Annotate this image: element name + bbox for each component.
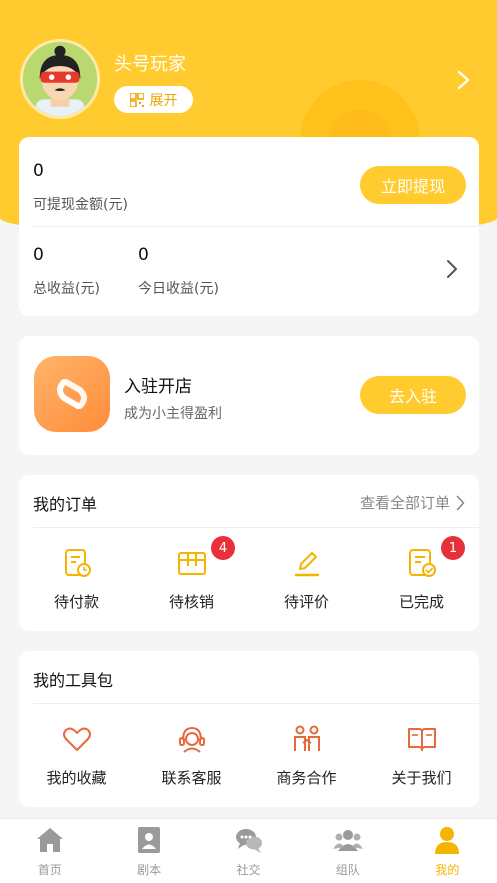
chat-icon	[235, 829, 262, 853]
pending-verify-icon	[178, 552, 206, 575]
orders-card: 我的订单 查看全部订单 待付款 4 待核销 待评价 1 已完成	[19, 475, 479, 631]
shop-join-card: 入驻开店 成为小主得盈利 去入驻	[19, 336, 479, 455]
tool-favorites-label: 我的收藏	[46, 769, 107, 787]
script-icon	[138, 827, 161, 853]
tab-social[interactable]: 社交	[199, 819, 298, 883]
order-pending-review[interactable]: 待评价	[249, 529, 364, 629]
tool-customer-service-label: 联系客服	[161, 769, 222, 787]
username: 头号玩家	[114, 54, 186, 75]
pending-verify-badge: 4	[211, 536, 235, 560]
order-pending-review-label: 待评价	[283, 593, 329, 611]
today-earnings-label: 今日收益(元)	[138, 281, 219, 297]
tab-home[interactable]: 首页	[0, 819, 99, 883]
avatar-image	[23, 42, 97, 116]
orders-title: 我的订单	[33, 495, 98, 514]
completed-badge: 1	[441, 536, 465, 560]
order-pending-payment-label: 待付款	[53, 593, 99, 611]
tab-script-label: 剧本	[137, 863, 162, 877]
chevron-right-icon[interactable]	[445, 258, 459, 280]
order-pending-verify[interactable]: 4 待核销	[134, 529, 249, 629]
tab-home-label: 首页	[37, 863, 62, 877]
chevron-right-icon	[456, 495, 465, 510]
tab-social-label: 社交	[236, 863, 261, 877]
qr-code-icon	[129, 92, 144, 107]
customer-service-icon	[179, 726, 205, 753]
toolkit-title: 我的工具包	[33, 671, 114, 690]
order-completed[interactable]: 1 已完成	[364, 529, 479, 629]
tool-cooperation[interactable]: 商务合作	[249, 705, 364, 805]
home-icon	[36, 828, 63, 852]
withdrawable-amount: 0	[33, 161, 44, 181]
join-button[interactable]: 去入驻	[360, 376, 466, 414]
tab-team[interactable]: 组队	[298, 819, 397, 883]
chevron-right-icon[interactable]	[456, 70, 472, 90]
shop-logo-icon	[57, 379, 87, 409]
toolkit-card: 我的工具包 我的收藏 联系客服 商务合作 关于我们	[19, 651, 479, 807]
order-pending-verify-label: 待核销	[168, 593, 214, 611]
bottom-tab-bar: 首页 剧本 社交 组队 我的	[0, 818, 497, 883]
withdrawable-label: 可提现金额(元)	[33, 197, 128, 213]
divider	[33, 703, 479, 704]
total-earnings-label: 总收益(元)	[33, 281, 100, 297]
heart-icon	[63, 727, 91, 751]
pending-payment-icon	[65, 549, 91, 577]
shop-subtitle: 成为小主得盈利	[124, 406, 222, 422]
today-earnings-amount: 0	[138, 245, 149, 265]
tool-about-us-label: 关于我们	[391, 769, 452, 787]
withdraw-button[interactable]: 立即提现	[360, 166, 466, 204]
cooperation-icon	[294, 725, 320, 751]
expand-label: 展开	[149, 92, 178, 109]
tab-mine[interactable]: 我的	[398, 819, 497, 883]
team-icon	[332, 830, 363, 851]
total-earnings-amount: 0	[33, 245, 44, 265]
shop-title: 入驻开店	[124, 377, 192, 397]
see-all-orders-link[interactable]: 查看全部订单	[360, 492, 465, 513]
completed-icon	[409, 549, 436, 577]
avatar[interactable]	[20, 39, 100, 119]
order-pending-payment[interactable]: 待付款	[19, 529, 134, 629]
order-completed-label: 已完成	[398, 593, 444, 611]
tool-favorites[interactable]: 我的收藏	[19, 705, 134, 805]
user-icon	[435, 827, 460, 854]
tool-customer-service[interactable]: 联系客服	[134, 705, 249, 805]
divider	[33, 226, 479, 227]
earnings-card: 0 可提现金额(元) 立即提现 0 总收益(元) 0 今日收益(元)	[19, 137, 479, 316]
tab-script[interactable]: 剧本	[99, 819, 198, 883]
tab-team-label: 组队	[335, 863, 360, 877]
shop-logo	[34, 356, 110, 432]
pending-review-icon	[294, 552, 320, 577]
tab-mine-label: 我的	[435, 863, 460, 877]
tool-cooperation-label: 商务合作	[276, 769, 337, 787]
book-icon	[408, 728, 436, 751]
divider	[33, 527, 479, 528]
see-all-orders-label: 查看全部订单	[359, 494, 450, 512]
expand-qr-button[interactable]: 展开	[114, 86, 193, 113]
tool-about-us[interactable]: 关于我们	[364, 705, 479, 805]
